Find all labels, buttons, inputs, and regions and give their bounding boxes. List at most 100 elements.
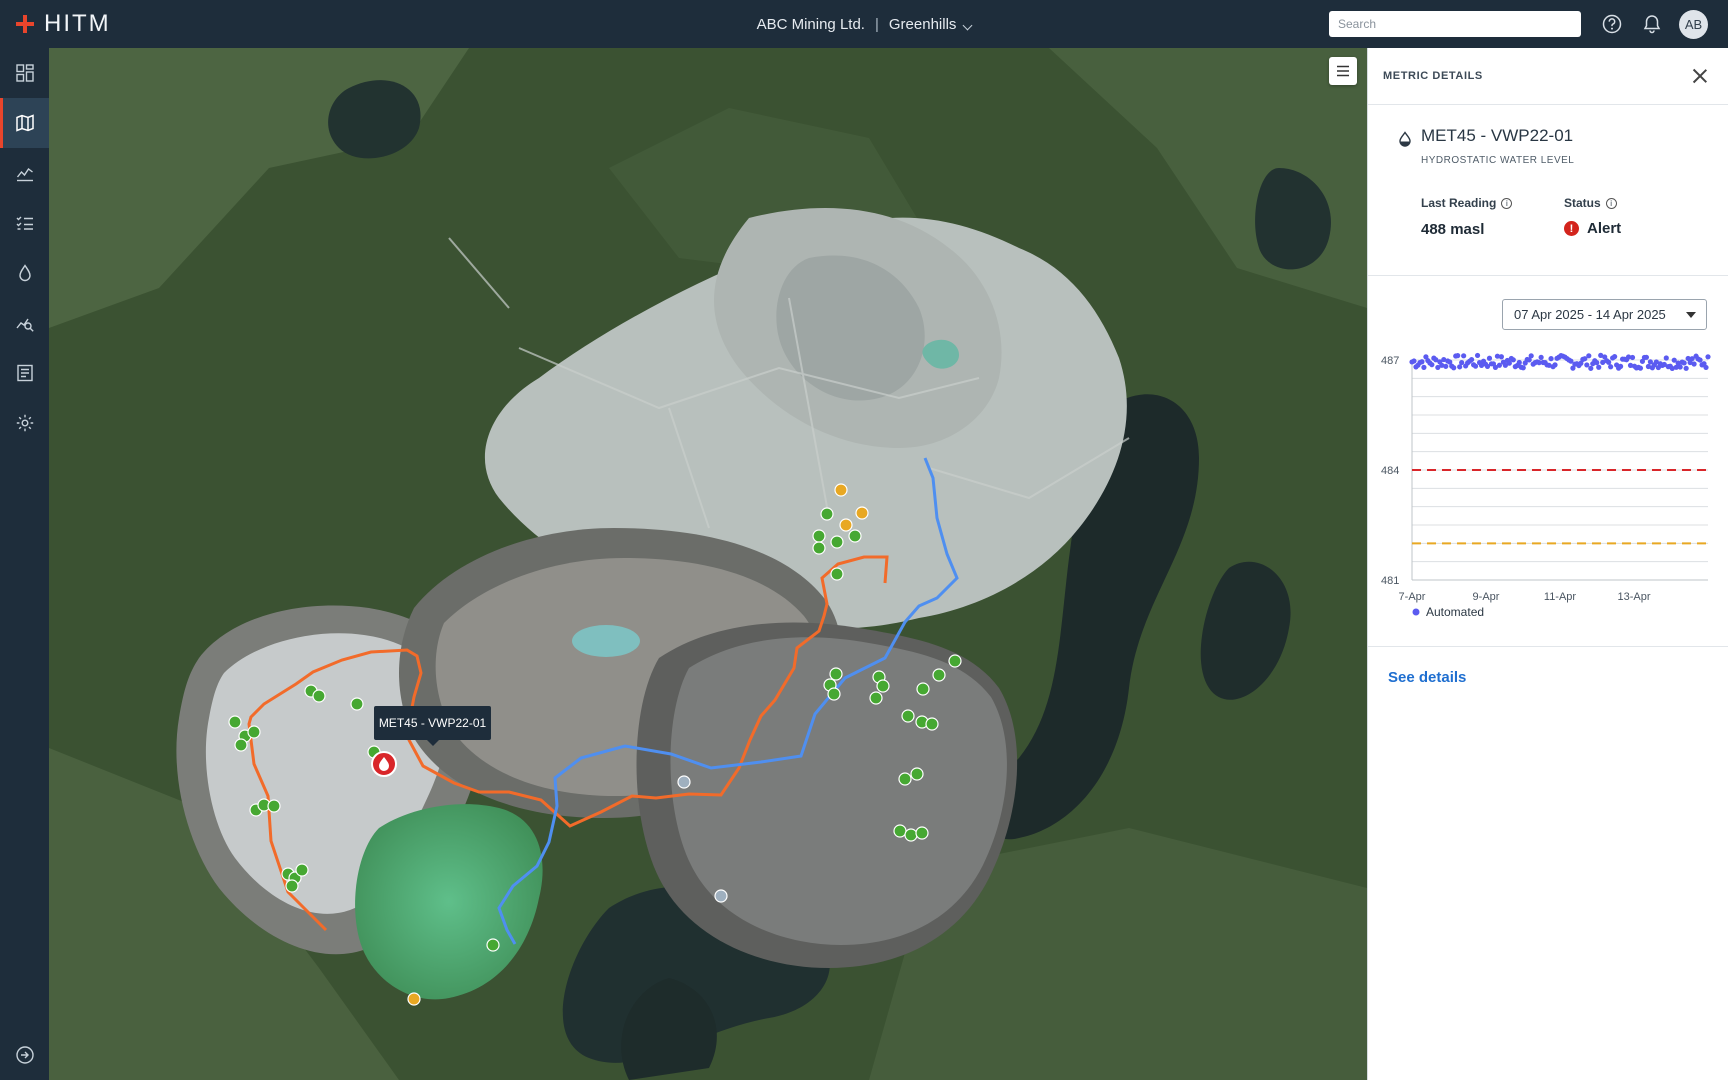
data-point bbox=[1528, 353, 1534, 359]
data-point bbox=[1608, 364, 1614, 370]
status-label: Status i bbox=[1564, 196, 1617, 210]
nav-water[interactable] bbox=[0, 248, 49, 298]
data-point bbox=[1588, 365, 1594, 371]
data-point bbox=[1506, 360, 1512, 366]
data-point bbox=[1683, 365, 1689, 371]
data-point bbox=[1552, 362, 1558, 368]
data-point bbox=[1498, 354, 1504, 360]
app-logo[interactable]: HITM bbox=[16, 0, 111, 48]
data-point bbox=[1538, 354, 1544, 360]
metric-summary: MET45 - VWP22-01 HYDROSTATIC WATER LEVEL… bbox=[1368, 105, 1728, 276]
chart-icon bbox=[16, 167, 33, 182]
map-marker-tooltip: MET45 - VWP22-01 bbox=[374, 706, 491, 746]
data-point bbox=[1637, 365, 1644, 371]
metric-name: MET45 - VWP22-01 bbox=[1421, 126, 1574, 145]
bell-icon[interactable] bbox=[1640, 12, 1664, 36]
nav-reports[interactable] bbox=[0, 348, 49, 398]
metric-details-panel: METRIC DETAILS MET45 - VWP22-01 HYDROSTA… bbox=[1367, 48, 1728, 1080]
data-point bbox=[1594, 360, 1600, 366]
see-details-link[interactable]: See details bbox=[1388, 669, 1466, 686]
alert-icon: ! bbox=[1564, 221, 1579, 236]
data-point bbox=[1643, 354, 1650, 360]
help-icon[interactable] bbox=[1600, 12, 1624, 36]
map-icon bbox=[15, 114, 34, 132]
data-point bbox=[1455, 353, 1461, 359]
data-point bbox=[1612, 354, 1618, 360]
chevron-down-icon bbox=[962, 20, 973, 30]
avatar[interactable]: AB bbox=[1679, 10, 1708, 39]
close-icon[interactable] bbox=[1692, 68, 1708, 84]
data-point bbox=[1606, 359, 1612, 365]
organization-name: ABC Mining Ltd. bbox=[756, 15, 865, 33]
x-tick-label: 9-Apr bbox=[1473, 591, 1500, 603]
status-badge: ! Alert bbox=[1564, 220, 1621, 237]
nav-settings[interactable] bbox=[0, 398, 49, 448]
data-point bbox=[1443, 363, 1449, 369]
left-navigation bbox=[0, 48, 49, 1080]
data-point bbox=[1516, 359, 1522, 366]
data-point bbox=[1510, 357, 1516, 363]
map-view[interactable]: MET45 - VWP22-01 bbox=[49, 48, 1367, 1080]
data-point bbox=[1677, 364, 1683, 370]
nav-map[interactable] bbox=[0, 98, 49, 148]
legend-label: Automated bbox=[1426, 605, 1484, 619]
nav-expand[interactable] bbox=[0, 1030, 49, 1080]
nav-dashboard[interactable] bbox=[0, 48, 49, 98]
x-tick-label: 7-Apr bbox=[1399, 591, 1426, 603]
dashboard-icon bbox=[15, 64, 34, 82]
top-bar: HITM ABC Mining Ltd. | Greenhills AB bbox=[0, 0, 1728, 48]
metric-type: HYDROSTATIC WATER LEVEL bbox=[1421, 155, 1575, 166]
panel-title: METRIC DETAILS bbox=[1383, 70, 1483, 82]
date-range-value: 07 Apr 2025 - 14 Apr 2025 bbox=[1514, 307, 1666, 322]
data-point bbox=[1548, 356, 1554, 362]
legend-marker bbox=[1412, 608, 1420, 616]
nav-trends[interactable] bbox=[0, 148, 49, 198]
y-tick-label: 481 bbox=[1381, 575, 1399, 587]
settings-icon bbox=[16, 414, 33, 432]
info-icon[interactable]: i bbox=[1605, 197, 1617, 209]
logo-plus-icon bbox=[16, 15, 34, 33]
expand-icon bbox=[15, 1046, 34, 1064]
x-tick-label: 11-Apr bbox=[1544, 591, 1577, 603]
last-reading-value: 488 masl bbox=[1421, 221, 1485, 238]
date-range-select[interactable]: 07 Apr 2025 - 14 Apr 2025 bbox=[1502, 299, 1707, 330]
x-tick-label: 13-Apr bbox=[1617, 591, 1650, 603]
nav-tasks[interactable] bbox=[0, 198, 49, 248]
data-point bbox=[1468, 356, 1475, 363]
data-point bbox=[1472, 363, 1479, 369]
data-point bbox=[1461, 353, 1467, 359]
panel-header: METRIC DETAILS bbox=[1368, 48, 1728, 105]
org-separator: | bbox=[874, 15, 879, 33]
reports-icon bbox=[16, 364, 33, 382]
site-dropdown[interactable]: Greenhills bbox=[888, 15, 973, 33]
data-point bbox=[1629, 354, 1636, 361]
site-name: Greenhills bbox=[888, 15, 957, 33]
nav-analysis[interactable] bbox=[0, 298, 49, 348]
data-point bbox=[1705, 354, 1711, 360]
data-point bbox=[1663, 355, 1669, 361]
data-point bbox=[1451, 365, 1457, 371]
search-input[interactable] bbox=[1329, 11, 1581, 37]
data-point bbox=[1596, 364, 1602, 370]
data-point bbox=[1681, 360, 1687, 366]
checklist-icon bbox=[16, 216, 33, 230]
water-level-chart: 487 484 4817-Apr 9-Apr 11-Apr 13-Apr Automated bbox=[1381, 352, 1711, 619]
data-point bbox=[1429, 362, 1435, 368]
map-layers-button[interactable] bbox=[1329, 57, 1357, 85]
info-icon[interactable]: i bbox=[1501, 197, 1513, 209]
app-name: HITM bbox=[44, 10, 111, 37]
y-tick-label: 484 bbox=[1381, 465, 1399, 477]
data-point bbox=[1459, 359, 1465, 366]
water-drop-icon bbox=[1399, 131, 1411, 147]
data-point bbox=[1703, 364, 1709, 371]
data-point bbox=[1617, 363, 1624, 369]
analysis-icon bbox=[15, 318, 34, 332]
data-point bbox=[1419, 359, 1425, 365]
y-tick-label: 487 bbox=[1381, 355, 1399, 367]
data-point bbox=[1584, 362, 1590, 368]
data-point bbox=[1421, 364, 1427, 370]
data-point bbox=[1474, 352, 1481, 359]
data-point bbox=[1486, 355, 1493, 361]
data-point bbox=[1411, 358, 1417, 364]
last-reading-label: Last Reading i bbox=[1421, 196, 1513, 210]
